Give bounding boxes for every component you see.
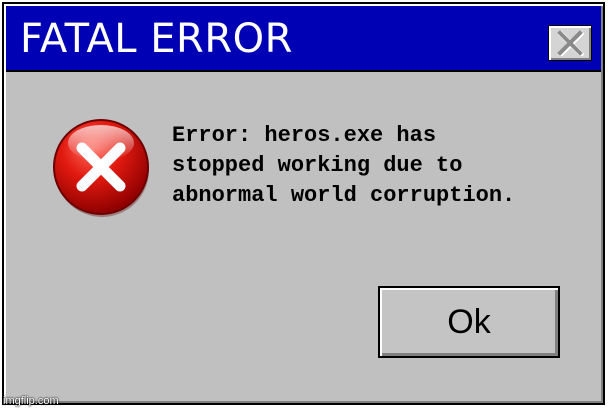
ok-button[interactable]: Ok: [378, 286, 560, 358]
error-dialog: FATAL ERROR Error: heros.exe has stopped…: [2, 2, 605, 405]
title-bar: FATAL ERROR: [6, 6, 601, 72]
close-icon: [557, 30, 584, 56]
error-message: Error: heros.exe has stopped working due…: [172, 123, 516, 208]
error-icon: [51, 117, 155, 221]
imgflip-watermark: imgflip.com: [3, 395, 59, 407]
close-button[interactable]: [548, 25, 592, 61]
window-title: FATAL ERROR: [20, 16, 293, 62]
